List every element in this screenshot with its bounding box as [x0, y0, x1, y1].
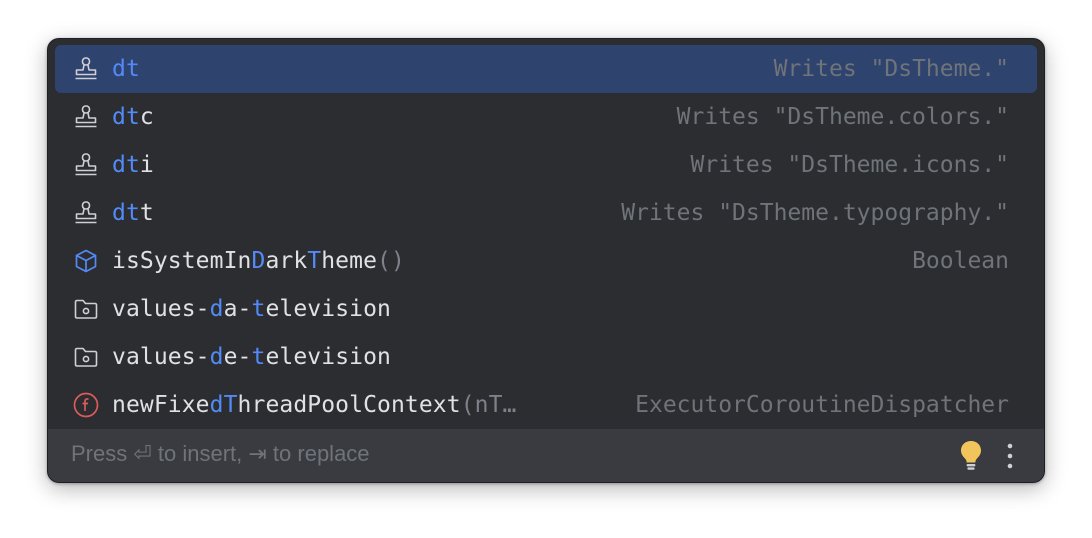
- completion-item-label: dt: [112, 56, 140, 82]
- completion-item-type: Boolean: [912, 248, 1009, 274]
- completion-item-values-de-television[interactable]: values-de-television: [55, 333, 1037, 381]
- completion-item-type: ExecutorCoroutineDispatcher: [635, 392, 1009, 418]
- stamp-icon: [73, 56, 99, 82]
- completion-item-description: Writes "DsTheme.typography.": [621, 200, 1009, 226]
- completion-item-label: isSystemInDarkTheme(): [112, 248, 405, 274]
- footer-hint: Press ⏎ to insert, ⇥ to replace: [71, 441, 370, 466]
- function-icon: [73, 392, 99, 418]
- completion-item-dt[interactable]: dt Writes "DsTheme.": [55, 45, 1037, 93]
- completion-item-label: values-da-television: [112, 296, 391, 322]
- completion-list: dt Writes "DsTheme." dtc Writes "DsTheme…: [48, 45, 1044, 429]
- completion-item-params: (): [377, 248, 405, 274]
- completion-item-dtc[interactable]: dtc Writes "DsTheme.colors.": [55, 93, 1037, 141]
- completion-item-label: dtc: [112, 104, 154, 130]
- completion-item-dti[interactable]: dti Writes "DsTheme.icons.": [55, 141, 1037, 189]
- folder-icon: [73, 296, 99, 322]
- completion-item-label: dtt: [112, 200, 154, 226]
- interface-cube-icon: [73, 248, 99, 274]
- completion-footer: Press ⏎ to insert, ⇥ to replace: [48, 428, 1044, 482]
- completion-item-newFixedThreadPoolContext[interactable]: newFixedThreadPoolContext(nT… ExecutorCo…: [55, 381, 1037, 429]
- completion-item-label: newFixedThreadPoolContext(nT…: [112, 392, 517, 418]
- completion-item-dtt[interactable]: dtt Writes "DsTheme.typography.": [55, 189, 1037, 237]
- completion-item-description: Writes "DsTheme.colors.": [676, 104, 1009, 130]
- stamp-icon: [73, 104, 99, 130]
- completion-item-params: (nT…: [460, 392, 517, 418]
- completion-item-label: dti: [112, 152, 154, 178]
- completion-item-isSystemInDarkTheme[interactable]: isSystemInDarkTheme() Boolean: [55, 237, 1037, 285]
- stamp-icon: [73, 152, 99, 178]
- folder-icon: [73, 344, 99, 370]
- stamp-icon: [73, 200, 99, 226]
- completion-item-description: Writes "DsTheme.": [773, 56, 1009, 82]
- more-vertical-icon[interactable]: [998, 440, 1022, 472]
- completion-item-values-da-television[interactable]: values-da-television: [55, 285, 1037, 333]
- completion-item-description: Writes "DsTheme.icons.": [690, 152, 1010, 178]
- lightbulb-icon[interactable]: [957, 439, 985, 473]
- completion-item-label: values-de-television: [112, 344, 391, 370]
- code-completion-popup: dt Writes "DsTheme." dtc Writes "DsTheme…: [47, 38, 1045, 483]
